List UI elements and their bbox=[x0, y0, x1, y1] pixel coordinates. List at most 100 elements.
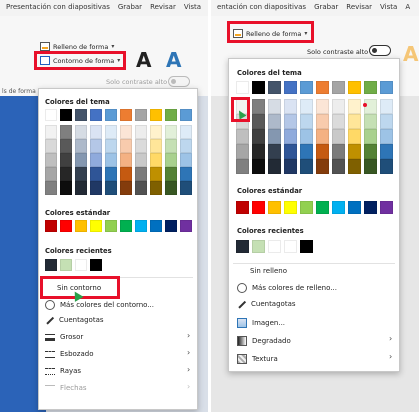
theme-color-swatch[interactable] bbox=[75, 109, 87, 121]
theme-shade-swatch[interactable] bbox=[135, 153, 147, 167]
theme-shade-swatch[interactable] bbox=[150, 125, 162, 139]
theme-shade-swatch[interactable] bbox=[252, 129, 265, 144]
sketched-item[interactable]: Esbozado bbox=[45, 350, 94, 358]
theme-shade-swatch[interactable] bbox=[45, 125, 57, 139]
theme-shade-swatch[interactable] bbox=[60, 167, 72, 181]
theme-shade-swatch[interactable] bbox=[120, 181, 132, 195]
recent-color-swatch[interactable] bbox=[252, 240, 265, 253]
theme-shade-swatch[interactable] bbox=[348, 114, 361, 129]
theme-shade-swatch[interactable] bbox=[165, 153, 177, 167]
theme-shade-swatch[interactable] bbox=[284, 144, 297, 159]
theme-shade-swatch[interactable] bbox=[90, 181, 102, 195]
theme-shade-swatch[interactable] bbox=[252, 114, 265, 129]
theme-shade-swatch[interactable] bbox=[300, 159, 313, 174]
recent-color-swatch[interactable] bbox=[45, 259, 57, 271]
theme-color-swatch[interactable] bbox=[180, 109, 192, 121]
tab-presentacion[interactable]: Presentación con diapositivas bbox=[6, 3, 110, 11]
text-style-a-icon[interactable]: A bbox=[136, 48, 151, 72]
text-effect-a-icon[interactable]: A bbox=[403, 42, 418, 66]
theme-shade-swatch[interactable] bbox=[284, 114, 297, 129]
theme-shade-swatch[interactable] bbox=[268, 129, 281, 144]
theme-color-swatch[interactable] bbox=[364, 81, 377, 94]
theme-shade-swatch[interactable] bbox=[105, 181, 117, 195]
theme-color-swatch[interactable] bbox=[236, 81, 249, 94]
theme-color-swatch[interactable] bbox=[380, 81, 393, 94]
text-style-a-blue-icon[interactable]: A bbox=[166, 48, 181, 72]
theme-shade-swatch[interactable] bbox=[364, 114, 377, 129]
more-outline-colors-item[interactable]: Más colores del contorno... bbox=[45, 300, 154, 310]
theme-shade-swatch[interactable] bbox=[316, 114, 329, 129]
theme-shade-swatch[interactable] bbox=[300, 129, 313, 144]
theme-shade-swatch[interactable] bbox=[268, 144, 281, 159]
theme-shade-swatch[interactable] bbox=[135, 167, 147, 181]
theme-shade-swatch[interactable] bbox=[380, 114, 393, 129]
standard-color-swatch[interactable] bbox=[316, 201, 329, 214]
standard-color-swatch[interactable] bbox=[236, 201, 249, 214]
theme-shade-swatch[interactable] bbox=[60, 153, 72, 167]
theme-shade-swatch[interactable] bbox=[150, 181, 162, 195]
recent-color-swatch[interactable] bbox=[300, 240, 313, 253]
theme-shade-swatch[interactable] bbox=[90, 125, 102, 139]
theme-shade-swatch[interactable] bbox=[236, 159, 249, 174]
recent-color-swatch[interactable] bbox=[60, 259, 72, 271]
more-fill-colors-item[interactable]: Más colores de relleno... bbox=[237, 283, 337, 293]
standard-color-swatch[interactable] bbox=[180, 220, 192, 232]
theme-shade-swatch[interactable] bbox=[300, 114, 313, 129]
theme-shade-swatch[interactable] bbox=[316, 99, 329, 114]
theme-shade-swatch[interactable] bbox=[348, 99, 361, 114]
standard-color-swatch[interactable] bbox=[120, 220, 132, 232]
outline-shape-button[interactable]: Contorno de forma ▾ bbox=[40, 56, 120, 65]
theme-shade-swatch[interactable] bbox=[45, 167, 57, 181]
theme-shade-swatch[interactable] bbox=[316, 129, 329, 144]
recent-color-swatch[interactable] bbox=[284, 240, 297, 253]
theme-color-swatch[interactable] bbox=[165, 109, 177, 121]
theme-color-swatch[interactable] bbox=[252, 81, 265, 94]
theme-shade-swatch[interactable] bbox=[236, 144, 249, 159]
theme-shade-swatch[interactable] bbox=[300, 144, 313, 159]
theme-shade-swatch[interactable] bbox=[380, 99, 393, 114]
theme-shade-swatch[interactable] bbox=[120, 167, 132, 181]
theme-shade-swatch[interactable] bbox=[120, 139, 132, 153]
standard-color-swatch[interactable] bbox=[75, 220, 87, 232]
theme-shade-swatch[interactable] bbox=[332, 99, 345, 114]
theme-shade-swatch[interactable] bbox=[284, 159, 297, 174]
theme-shade-swatch[interactable] bbox=[380, 144, 393, 159]
tab-grabar[interactable]: Grabar bbox=[118, 3, 142, 11]
tab-presentacion[interactable]: entación con diapositivas bbox=[217, 3, 306, 11]
theme-shade-swatch[interactable] bbox=[150, 153, 162, 167]
theme-shade-swatch[interactable] bbox=[284, 129, 297, 144]
theme-shade-swatch[interactable] bbox=[180, 139, 192, 153]
theme-shade-swatch[interactable] bbox=[120, 153, 132, 167]
theme-color-swatch[interactable] bbox=[268, 81, 281, 94]
theme-shade-swatch[interactable] bbox=[268, 99, 281, 114]
recent-color-swatch[interactable] bbox=[236, 240, 249, 253]
fill-shape-button[interactable]: Relleno de forma ▾ bbox=[233, 29, 307, 38]
theme-color-swatch[interactable] bbox=[284, 81, 297, 94]
theme-shade-swatch[interactable] bbox=[120, 125, 132, 139]
theme-shade-swatch[interactable] bbox=[252, 159, 265, 174]
theme-shade-swatch[interactable] bbox=[364, 144, 377, 159]
theme-color-swatch[interactable] bbox=[316, 81, 329, 94]
theme-shade-swatch[interactable] bbox=[180, 125, 192, 139]
theme-shade-swatch[interactable] bbox=[364, 129, 377, 144]
theme-shade-swatch[interactable] bbox=[252, 99, 265, 114]
standard-color-swatch[interactable] bbox=[135, 220, 147, 232]
theme-shade-swatch[interactable] bbox=[284, 99, 297, 114]
theme-shade-swatch[interactable] bbox=[60, 181, 72, 195]
tab-vista[interactable]: Vista bbox=[184, 3, 201, 11]
standard-color-swatch[interactable] bbox=[364, 201, 377, 214]
theme-shade-swatch[interactable] bbox=[105, 125, 117, 139]
fill-shape-button[interactable]: Relleno de forma ▾ bbox=[40, 42, 114, 51]
dashes-item[interactable]: Rayas bbox=[45, 367, 81, 375]
theme-shade-swatch[interactable] bbox=[316, 144, 329, 159]
theme-color-swatch[interactable] bbox=[60, 109, 72, 121]
standard-color-swatch[interactable] bbox=[165, 220, 177, 232]
image-item[interactable]: Imagen... bbox=[237, 318, 285, 328]
theme-shade-swatch[interactable] bbox=[180, 181, 192, 195]
tab-vista[interactable]: Vista bbox=[380, 3, 397, 11]
theme-shade-swatch[interactable] bbox=[332, 144, 345, 159]
recent-color-swatch[interactable] bbox=[268, 240, 281, 253]
standard-color-swatch[interactable] bbox=[150, 220, 162, 232]
standard-color-swatch[interactable] bbox=[284, 201, 297, 214]
theme-shade-swatch[interactable] bbox=[90, 139, 102, 153]
